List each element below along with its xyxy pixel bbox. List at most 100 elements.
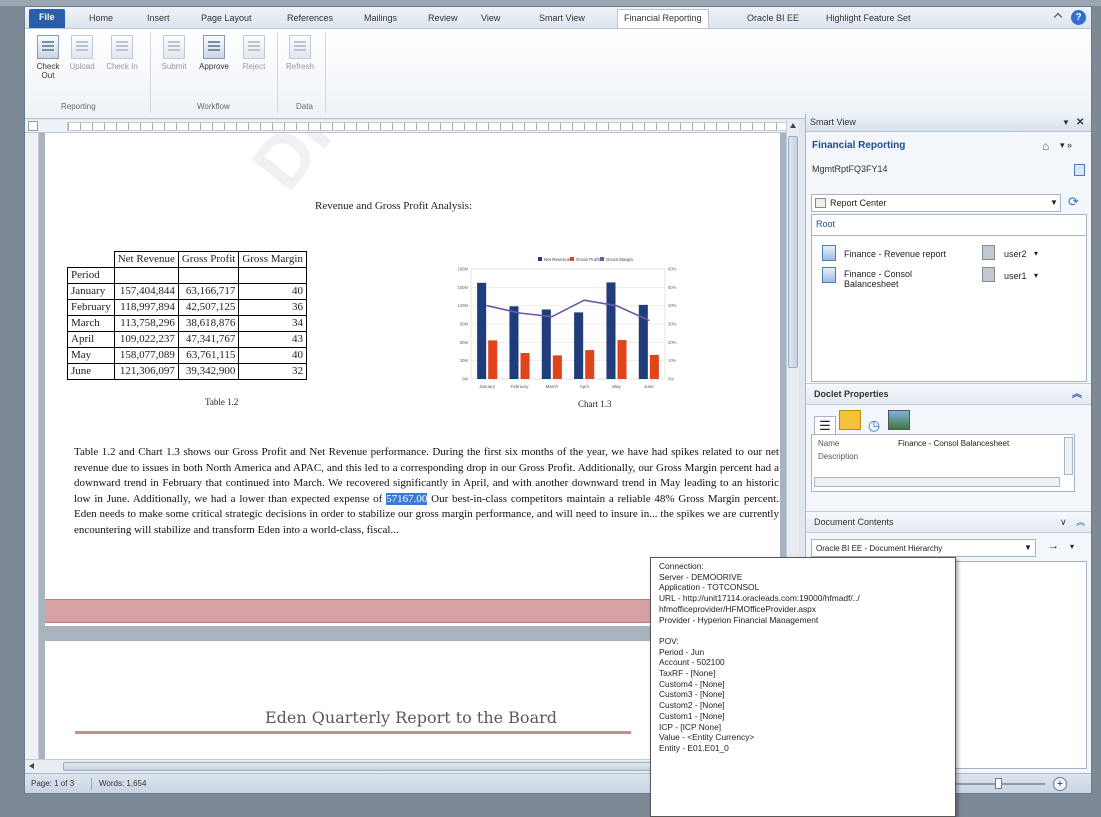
scroll-up-icon[interactable] xyxy=(790,123,796,128)
doclet-properties-header[interactable]: Doclet Properties ︽ xyxy=(806,383,1091,405)
legend-swatch xyxy=(570,257,574,261)
table-cell: 43 xyxy=(238,331,307,348)
property-hscroll[interactable] xyxy=(814,477,1060,487)
clock-icon[interactable]: ◷ xyxy=(863,416,885,436)
table-header: Gross Margin xyxy=(238,251,307,268)
property-grid[interactable]: Name Finance - Consol Balancesheet Descr… xyxy=(811,434,1075,492)
vertical-scroll-thumb[interactable] xyxy=(788,136,798,368)
approve-icon xyxy=(203,35,225,59)
y-tick-label: 30M xyxy=(460,358,469,363)
chevron-down-icon[interactable]: ▾ xyxy=(1070,542,1074,551)
image-icon[interactable] xyxy=(887,410,910,430)
bar-gross-profit xyxy=(649,354,659,379)
collapse-icon[interactable]: ︽ xyxy=(1072,384,1082,405)
arrow-right-icon[interactable]: → xyxy=(1048,540,1059,552)
help-icon[interactable]: ? xyxy=(1071,10,1086,25)
check-in-button[interactable]: Check In xyxy=(105,35,139,71)
y-tick-label: 60M xyxy=(460,340,469,345)
chevron-down-icon: ▼ xyxy=(1050,198,1058,207)
y2-tick-label: 10% xyxy=(668,358,677,363)
property-key: Description xyxy=(818,452,859,461)
y2-tick-label: 30% xyxy=(668,322,677,327)
tab-selector-icon[interactable] xyxy=(28,121,38,131)
property-value[interactable]: Finance - Consol Balancesheet xyxy=(898,439,1009,448)
user-dropdown[interactable]: user1 xyxy=(1004,271,1027,281)
table-cell: March xyxy=(67,315,115,332)
folder-yellow-icon[interactable] xyxy=(838,410,861,430)
chevron-down-icon: ▼ xyxy=(1024,543,1032,552)
table-row: April 109,022,237 47,341,767 43 xyxy=(67,331,307,348)
tab-home[interactable]: Home xyxy=(83,10,119,29)
y-tick-label: 150M xyxy=(458,285,469,290)
word-count[interactable]: Words: 1,654 xyxy=(99,774,146,793)
legend-swatch xyxy=(538,257,542,261)
list-item[interactable]: Finance - Revenue report xyxy=(844,249,946,259)
chevron-down-icon[interactable]: ▾ xyxy=(1034,271,1038,280)
vertical-ruler[interactable] xyxy=(25,133,39,759)
user-dropdown[interactable]: user2 xyxy=(1004,249,1027,259)
group-separator xyxy=(325,33,326,113)
tab-smart-view[interactable]: Smart View xyxy=(533,10,591,29)
approve-button[interactable]: Approve xyxy=(197,35,231,71)
hierarchy-dropdown[interactable]: Oracle BI EE - Document Hierarchy ▼ xyxy=(811,539,1036,557)
list-view-icon[interactable]: ☰ xyxy=(814,416,836,436)
table-cell: June xyxy=(67,363,115,380)
tooltip-line: Custom2 - [None] xyxy=(659,700,725,711)
submit-button[interactable]: Submit xyxy=(157,35,191,71)
report-tree[interactable]: Root Finance - Revenue report user2 ▾ Fi… xyxy=(811,214,1087,382)
home-icon[interactable]: ⌂ xyxy=(1042,139,1049,153)
highlighted-expense-value[interactable]: 57167.00 xyxy=(386,492,428,505)
root-node[interactable]: Root xyxy=(816,219,835,229)
table-header: Net Revenue xyxy=(113,251,179,268)
panel-menu-icon[interactable]: ▼ xyxy=(1062,114,1070,131)
table-cell: January xyxy=(67,283,115,300)
chevron-down-icon[interactable]: ∨ xyxy=(1060,512,1067,533)
tab-highlight-feature-set[interactable]: Highlight Feature Set xyxy=(820,10,917,29)
connection-tooltip: Connection: Server - DEMOORIVE Applicati… xyxy=(650,557,956,817)
upload-button[interactable]: Upload xyxy=(65,35,99,71)
chevron-down-icon[interactable]: ▾ xyxy=(1034,249,1038,258)
properties-icon[interactable] xyxy=(1074,164,1085,176)
tab-mailings[interactable]: Mailings xyxy=(358,10,403,29)
table-cell: 109,022,237 xyxy=(113,331,179,348)
folder-icon xyxy=(815,198,826,208)
zoom-thumb[interactable] xyxy=(995,778,1002,789)
scroll-left-icon[interactable] xyxy=(29,763,34,769)
table-cell: Period xyxy=(67,267,115,284)
tab-page-layout[interactable]: Page Layout xyxy=(195,10,258,29)
tab-references[interactable]: References xyxy=(281,10,339,29)
tab-file[interactable]: File xyxy=(29,9,65,28)
tab-view[interactable]: View xyxy=(475,10,506,29)
ribbon: Check Out Upload Check In Submit Approve… xyxy=(25,29,1091,119)
panel-close-icon[interactable]: ✕ xyxy=(1076,114,1084,131)
zoom-in-icon[interactable]: + xyxy=(1053,777,1067,791)
document-contents-header[interactable]: Document Contents ∨ ︽ xyxy=(806,511,1091,533)
tooltip-line: ICP - [ICP None] xyxy=(659,721,722,732)
refresh-connection-icon[interactable]: ⟳ xyxy=(1068,194,1079,210)
tab-review[interactable]: Review xyxy=(422,10,464,29)
table-cell: 40 xyxy=(238,347,307,364)
page-count[interactable]: Page: 1 of 3 xyxy=(31,774,74,793)
revenue-chart[interactable]: January February March April May June 180M 60% 1… xyxy=(443,251,693,399)
property-key: Name xyxy=(818,439,840,448)
tooltip-line: Connection: xyxy=(659,561,704,571)
collapse-icon[interactable]: ︽ xyxy=(1076,512,1085,533)
status-separator xyxy=(91,778,92,790)
list-item[interactable]: Finance - Consol Balancesheet xyxy=(844,269,924,289)
x-tick-label: June xyxy=(644,384,654,389)
minimize-ribbon-icon[interactable] xyxy=(1053,12,1063,22)
refresh-button[interactable]: Refresh xyxy=(283,35,317,71)
panel-titlebar: Smart View ▼ ✕ xyxy=(806,114,1091,132)
property-vscroll[interactable] xyxy=(1064,437,1073,475)
more-arrow-icon[interactable]: ▾ » xyxy=(1060,140,1072,151)
check-out-button[interactable]: Check Out xyxy=(31,35,65,80)
report-center-dropdown[interactable]: Report Center ▼ xyxy=(811,194,1061,212)
tab-financial-reporting[interactable]: Financial Reporting xyxy=(617,9,709,28)
tab-oracle-bi-ee[interactable]: Oracle BI EE xyxy=(741,10,805,29)
bar-net-revenue xyxy=(574,312,584,379)
reject-button[interactable]: Reject xyxy=(237,35,271,71)
tab-insert[interactable]: Insert xyxy=(141,10,176,29)
horizontal-ruler[interactable] xyxy=(25,120,797,133)
y-tick-label: 120M xyxy=(458,303,469,308)
document-page[interactable]: DRAFT Revenue and Gross Profit Analysis:… xyxy=(45,133,780,626)
